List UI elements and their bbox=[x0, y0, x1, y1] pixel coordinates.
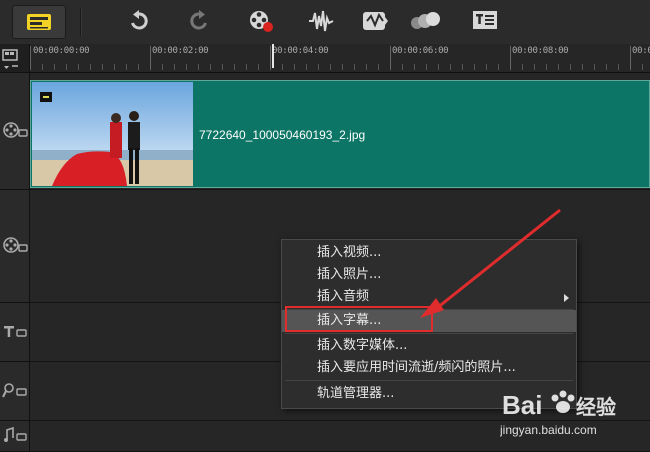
watermark-brand2: 经验 bbox=[576, 395, 616, 419]
baidu-jingyan-watermark: Bai 经验 jingyan.baidu.com bbox=[499, 384, 650, 444]
baidu-paw-logo: Bai 经验 jingyan.baidu.com bbox=[499, 390, 616, 437]
watermark-brand: Bai bbox=[502, 390, 542, 420]
watermark-url: jingyan.baidu.com bbox=[500, 423, 597, 437]
